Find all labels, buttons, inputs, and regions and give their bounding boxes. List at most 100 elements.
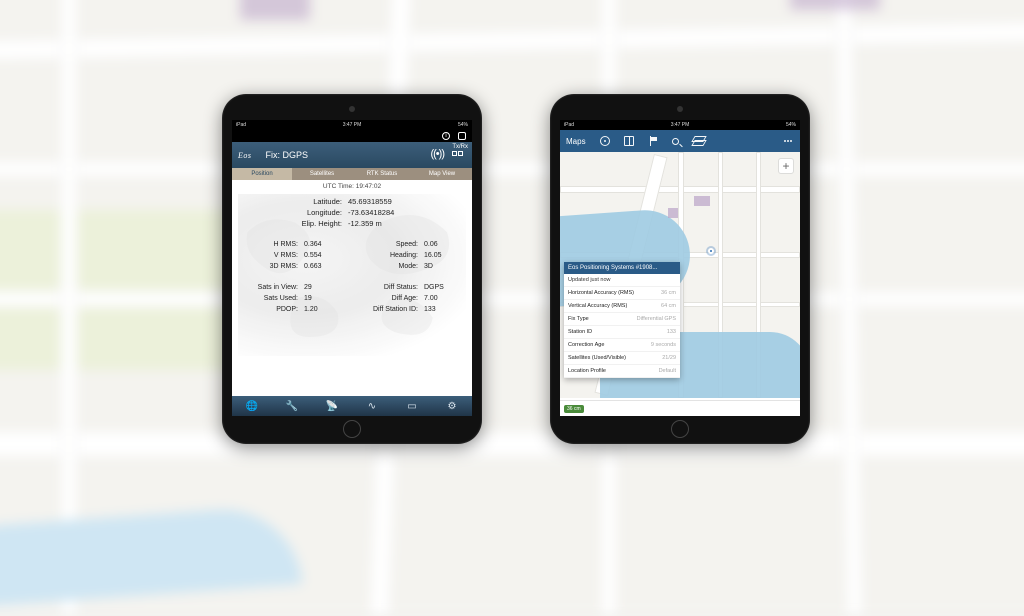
locprof-value: Default [659,368,676,374]
locprof-label: Location Profile [568,368,606,374]
fixtype-label: Fix Type [568,316,589,322]
tablet-camera [349,106,355,112]
satsused-value: 19 [304,293,334,304]
nav-satellite-icon[interactable]: 📡 [312,396,352,416]
eos-screen: iPad 3:47 PM 54% i Eos Fix: DGPS ((•)) T… [232,120,472,416]
tablet-camera [677,106,683,112]
diffstat-label: Diff Status: [360,282,418,293]
mode-value: 3D [424,261,454,272]
stationid-label: Station ID [568,329,592,335]
home-button[interactable] [343,420,361,438]
status-battery: 54% [458,122,468,128]
map-view[interactable]: + Eos Positioning Systems #1908... Updat… [560,152,800,398]
status-time: 3:47 PM [343,122,362,128]
back-maps-button[interactable]: Maps [566,137,586,146]
background-map: + [0,0,1024,616]
lat-label: Latitude: [286,196,342,207]
diffstn-label: Diff Station ID: [360,304,418,315]
vrms-value: 0.554 [304,250,334,261]
info-icon[interactable]: i [442,132,450,140]
panel-title: Eos Positioning Systems #1908... [564,262,680,274]
hgt-label: Elip. Height: [286,218,342,229]
hgt-value: -12.359 m [348,218,418,229]
vrms-label: V RMS: [250,250,298,261]
search-icon[interactable] [672,138,679,145]
hrms-value: 0.364 [304,239,334,250]
home-button[interactable] [671,420,689,438]
diffstn-value: 133 [424,304,454,315]
layers-icon[interactable] [693,136,703,146]
fixtype-value: Differential GPS [637,316,676,322]
ios-status-bar: iPad 3:47 PM 54% [232,120,472,130]
gps-info-panel: Eos Positioning Systems #1908... Updated… [564,262,680,378]
bookmarks-icon[interactable] [624,136,634,146]
va-value: 64 cm [661,303,676,309]
nav-wrench-icon[interactable]: 🔧 [272,396,312,416]
nav-signal-icon[interactable]: ∿ [352,396,392,416]
tab-satellites[interactable]: Satellites [292,168,352,180]
va-label: Vertical Accuracy (RMS) [568,303,627,309]
satsview-label: Sats in View: [250,282,298,293]
diffage-value: 7.00 [424,293,454,304]
satsview-value: 29 [304,282,334,293]
zoom-in-button[interactable]: + [778,158,794,174]
status-battery: 54% [786,122,796,128]
tab-position[interactable]: Position [232,168,292,180]
diffage-label: Diff Age: [360,293,418,304]
nav-map-icon[interactable]: ▭ [392,396,432,416]
tab-rtk-status[interactable]: RTK Status [352,168,412,180]
fix-status: Fix: DGPS [266,150,309,160]
lon-value: -73.63418284 [348,207,418,218]
sats-label: Satellites (Used/Visible) [568,355,626,361]
eos-toolbar: i [232,130,472,142]
eos-logo: Eos [238,151,252,160]
lon-label: Longitude: [286,207,342,218]
mode-label: Mode: [360,261,418,272]
nav-globe-icon[interactable]: 🌐 [232,396,272,416]
locate-icon[interactable] [600,136,610,146]
eos-subtabs: Position Satellites RTK Status Map View [232,168,472,180]
hrms-label: H RMS: [250,239,298,250]
corrage-value: 9 seconds [651,342,676,348]
gps-location-dot [708,248,714,254]
ios-status-bar: iPad 3:47 PM 54% [560,120,800,130]
ha-value: 36 cm [661,290,676,296]
pdop-label: PDOP: [250,304,298,315]
eos-header: Eos Fix: DGPS ((•)) Tx/Rx [232,142,472,168]
txrx-label: Tx/Rx [452,144,468,156]
menu-icon[interactable] [784,136,794,146]
pdop-value: 1.20 [304,304,334,315]
nav-settings-icon[interactable]: ⚙ [432,396,472,416]
tab-map-view[interactable]: Map View [412,168,472,180]
corrage-label: Correction Age [568,342,604,348]
3drms-label: 3D RMS: [250,261,298,272]
expand-icon[interactable] [458,132,466,140]
diffstat-value: DGPS [424,282,454,293]
utc-time: UTC Time: 19:47:02 [232,183,472,190]
tablet-collector: iPad 3:47 PM 54% Maps + Eos Position [550,94,810,444]
3drms-value: 0.663 [304,261,334,272]
lat-value: 45.69318559 [348,196,418,207]
position-grid: Latitude: 45.69318559 Longitude: -73.63418… [244,196,460,354]
speed-value: 0.06 [424,239,454,250]
satsused-label: Sats Used: [250,293,298,304]
status-carrier: iPad [236,122,246,128]
stationid-value: 133 [667,329,676,335]
panel-updated: Updated just now [568,277,611,283]
status-time: 3:47 PM [671,122,690,128]
status-carrier: iPad [564,122,574,128]
collect-icon[interactable] [648,136,658,146]
eos-bottom-bar: 🌐 🔧 📡 ∿ ▭ ⚙ [232,396,472,416]
collector-toolbar: Maps [560,130,800,152]
position-pane: UTC Time: 19:47:02 Latitude: 45.69318559 … [232,180,472,362]
sats-value: 21/29 [662,355,676,361]
collector-bottom-bar: 36 cm [560,400,800,416]
heading-label: Heading: [360,250,418,261]
heading-value: 16.05 [424,250,454,261]
ha-label: Horizontal Accuracy (RMS) [568,290,634,296]
signal-icon: ((•)) [430,148,444,160]
speed-label: Speed: [360,239,418,250]
collector-screen: iPad 3:47 PM 54% Maps + Eos Position [560,120,800,416]
tablet-eos: iPad 3:47 PM 54% i Eos Fix: DGPS ((•)) T… [222,94,482,444]
accuracy-badge[interactable]: 36 cm [564,405,584,413]
